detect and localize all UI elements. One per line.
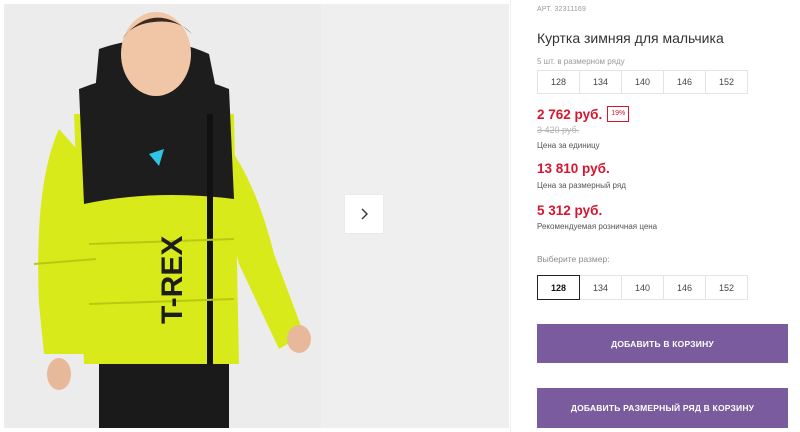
size-selector: 128 134 140 146 152 bbox=[537, 275, 748, 300]
pack-size-cell: 128 bbox=[537, 70, 580, 94]
product-title: Куртка зимняя для мальчика bbox=[537, 30, 724, 46]
size-option-146[interactable]: 146 bbox=[663, 275, 706, 300]
old-price: 3 420 руб. bbox=[537, 125, 580, 135]
product-photo[interactable]: T-REX bbox=[4, 4, 321, 428]
pack-price: 13 810 руб. bbox=[537, 161, 610, 176]
jacket-print-text: T-REX bbox=[156, 236, 189, 324]
size-option-134[interactable]: 134 bbox=[579, 275, 622, 300]
pack-size-cell: 146 bbox=[663, 70, 706, 94]
unit-price-block: 2 762 руб. 19% bbox=[537, 106, 630, 122]
jacket-illustration: T-REX bbox=[4, 4, 321, 428]
article-number: АРТ. 32311169 bbox=[537, 6, 587, 13]
size-option-140[interactable]: 140 bbox=[621, 275, 664, 300]
size-option-152[interactable]: 152 bbox=[705, 275, 748, 300]
pack-price-caption: Цена за размерный ряд bbox=[537, 181, 626, 190]
pack-size-cell: 140 bbox=[621, 70, 664, 94]
product-info: АРТ. 32311169 Куртка зимняя для мальчика… bbox=[537, 0, 797, 432]
discount-badge: 19% bbox=[607, 106, 630, 122]
column-divider bbox=[510, 0, 511, 432]
size-option-128[interactable]: 128 bbox=[537, 275, 580, 300]
pack-size-list: 128 134 140 146 152 bbox=[537, 70, 748, 94]
unit-price: 2 762 руб. bbox=[537, 106, 603, 122]
add-pack-to-cart-button[interactable]: ДОБАВИТЬ РАЗМЕРНЫЙ РЯД В КОРЗИНУ bbox=[537, 388, 788, 428]
next-image-button[interactable] bbox=[345, 195, 383, 233]
add-to-cart-button[interactable]: ДОБАВИТЬ В КОРЗИНУ bbox=[537, 324, 788, 363]
chevron-right-icon bbox=[361, 208, 368, 220]
pack-size-cell: 134 bbox=[579, 70, 622, 94]
product-gallery: T-REX bbox=[0, 0, 510, 432]
unit-price-caption: Цена за единицу bbox=[537, 141, 600, 150]
pack-size-cell: 152 bbox=[705, 70, 748, 94]
retail-price: 5 312 руб. bbox=[537, 203, 603, 218]
pack-quantity-label: 5 шт. в размерном ряду bbox=[537, 57, 625, 66]
choose-size-label: Выберите размер: bbox=[537, 254, 610, 264]
retail-price-caption: Рекомендуемая розничная цена bbox=[537, 222, 658, 231]
